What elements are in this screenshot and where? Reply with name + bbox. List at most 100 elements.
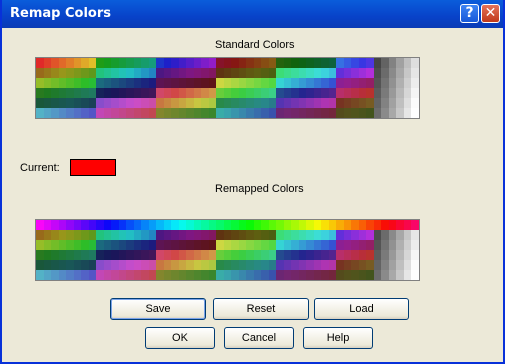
palette-cell[interactable] <box>291 220 299 230</box>
palette-cell[interactable] <box>276 88 284 98</box>
palette-cell[interactable] <box>103 220 111 230</box>
palette-cell[interactable] <box>58 58 66 68</box>
palette-cell[interactable] <box>396 240 404 250</box>
palette-cell[interactable] <box>51 220 59 230</box>
palette-cell[interactable] <box>403 270 411 280</box>
palette-cell[interactable] <box>351 108 359 118</box>
palette-cell[interactable] <box>118 270 126 280</box>
palette-cell[interactable] <box>36 270 44 280</box>
palette-cell[interactable] <box>81 58 89 68</box>
palette-cell[interactable] <box>373 88 381 98</box>
palette-cell[interactable] <box>88 220 96 230</box>
palette-cell[interactable] <box>306 260 314 270</box>
palette-cell[interactable] <box>381 240 389 250</box>
palette-cell[interactable] <box>298 88 306 98</box>
palette-cell[interactable] <box>261 270 269 280</box>
palette-cell[interactable] <box>231 78 239 88</box>
palette-cell[interactable] <box>253 260 261 270</box>
palette-cell[interactable] <box>388 88 396 98</box>
palette-cell[interactable] <box>111 68 119 78</box>
palette-cell[interactable] <box>403 68 411 78</box>
palette-cell[interactable] <box>283 98 291 108</box>
palette-cell[interactable] <box>96 58 104 68</box>
palette-cell[interactable] <box>51 88 59 98</box>
palette-cell[interactable] <box>171 230 179 240</box>
palette-cell[interactable] <box>141 58 149 68</box>
palette-cell[interactable] <box>186 230 194 240</box>
palette-cell[interactable] <box>313 68 321 78</box>
palette-cell[interactable] <box>178 98 186 108</box>
palette-cell[interactable] <box>186 108 194 118</box>
palette-cell[interactable] <box>261 260 269 270</box>
palette-cell[interactable] <box>208 260 216 270</box>
palette-cell[interactable] <box>133 98 141 108</box>
palette-cell[interactable] <box>351 250 359 260</box>
palette-cell[interactable] <box>36 220 44 230</box>
palette-cell[interactable] <box>36 68 44 78</box>
palette-cell[interactable] <box>126 78 134 88</box>
palette-cell[interactable] <box>43 260 51 270</box>
palette-cell[interactable] <box>343 108 351 118</box>
palette-cell[interactable] <box>178 68 186 78</box>
palette-cell[interactable] <box>36 250 44 260</box>
palette-cell[interactable] <box>336 78 344 88</box>
palette-cell[interactable] <box>111 270 119 280</box>
palette-cell[interactable] <box>73 250 81 260</box>
palette-cell[interactable] <box>336 68 344 78</box>
palette-cell[interactable] <box>118 250 126 260</box>
palette-cell[interactable] <box>216 220 224 230</box>
palette-cell[interactable] <box>148 108 156 118</box>
palette-cell[interactable] <box>388 58 396 68</box>
palette-cell[interactable] <box>51 250 59 260</box>
palette-cell[interactable] <box>306 250 314 260</box>
palette-cell[interactable] <box>261 58 269 68</box>
palette-cell[interactable] <box>396 260 404 270</box>
palette-cell[interactable] <box>126 68 134 78</box>
palette-cell[interactable] <box>171 260 179 270</box>
palette-cell[interactable] <box>223 240 231 250</box>
palette-cell[interactable] <box>276 220 284 230</box>
palette-cell[interactable] <box>313 108 321 118</box>
palette-cell[interactable] <box>238 220 246 230</box>
palette-cell[interactable] <box>261 108 269 118</box>
palette-cell[interactable] <box>261 88 269 98</box>
palette-cell[interactable] <box>291 68 299 78</box>
palette-cell[interactable] <box>193 108 201 118</box>
palette-cell[interactable] <box>43 108 51 118</box>
palette-cell[interactable] <box>88 78 96 88</box>
palette-cell[interactable] <box>396 58 404 68</box>
palette-cell[interactable] <box>118 88 126 98</box>
standard-colors-palette[interactable] <box>35 57 420 119</box>
palette-cell[interactable] <box>411 240 419 250</box>
palette-cell[interactable] <box>321 108 329 118</box>
palette-cell[interactable] <box>261 250 269 260</box>
palette-cell[interactable] <box>58 98 66 108</box>
palette-cell[interactable] <box>396 270 404 280</box>
palette-cell[interactable] <box>343 58 351 68</box>
palette-cell[interactable] <box>343 270 351 280</box>
palette-cell[interactable] <box>283 220 291 230</box>
palette-cell[interactable] <box>268 108 276 118</box>
palette-cell[interactable] <box>43 98 51 108</box>
palette-cell[interactable] <box>208 270 216 280</box>
palette-cell[interactable] <box>403 108 411 118</box>
palette-cell[interactable] <box>238 88 246 98</box>
palette-cell[interactable] <box>351 88 359 98</box>
ok-button[interactable]: OK <box>145 327 215 349</box>
palette-cell[interactable] <box>81 68 89 78</box>
palette-cell[interactable] <box>381 230 389 240</box>
palette-cell[interactable] <box>73 98 81 108</box>
palette-cell[interactable] <box>156 108 164 118</box>
palette-cell[interactable] <box>216 230 224 240</box>
palette-cell[interactable] <box>216 108 224 118</box>
palette-cell[interactable] <box>88 98 96 108</box>
palette-cell[interactable] <box>351 58 359 68</box>
palette-cell[interactable] <box>186 220 194 230</box>
palette-cell[interactable] <box>223 108 231 118</box>
palette-cell[interactable] <box>291 260 299 270</box>
palette-cell[interactable] <box>118 68 126 78</box>
palette-cell[interactable] <box>246 78 254 88</box>
palette-cell[interactable] <box>111 230 119 240</box>
palette-cell[interactable] <box>238 260 246 270</box>
palette-cell[interactable] <box>178 230 186 240</box>
